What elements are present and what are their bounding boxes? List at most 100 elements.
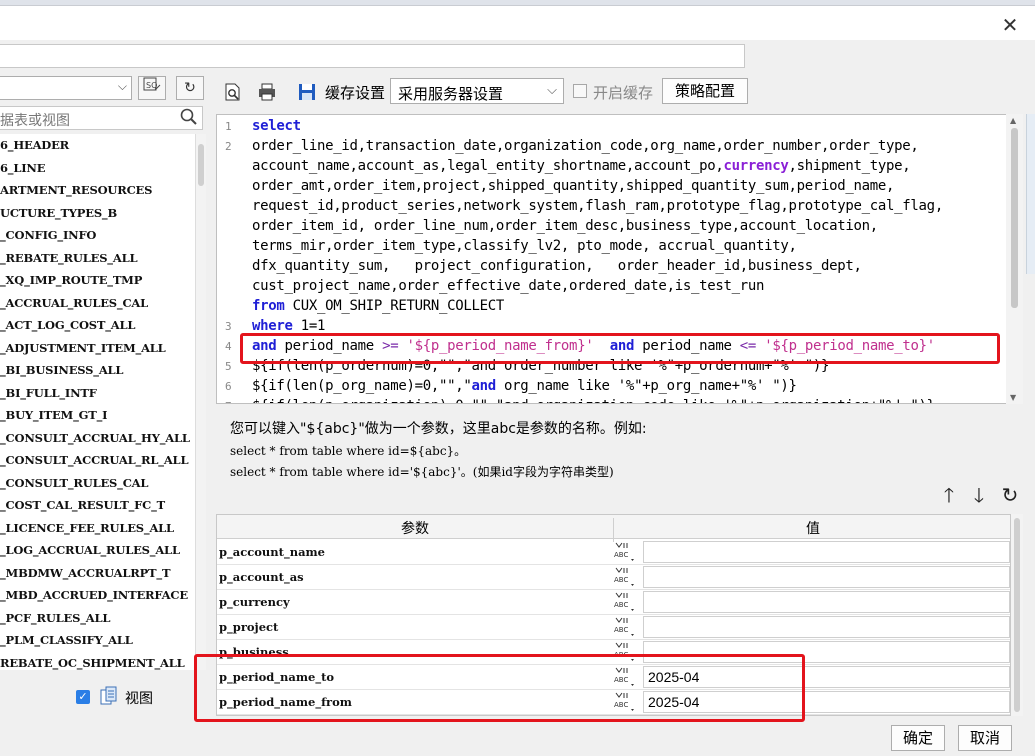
param-type-icon[interactable]: ABC [613,566,639,588]
chevron-down-icon: ⌵ [117,79,127,93]
code-line: order_amt,order_item,project,shipped_qua… [252,178,895,194]
database-select[interactable]: ⌵ [0,76,132,100]
table-list-item[interactable]: _LOG_ACCRUAL_RULES_ALL [0,539,195,562]
table-list-item[interactable]: _CONFIG_INFO [0,224,195,247]
chevron-down-icon: ⌵ [547,83,557,98]
param-type-icon[interactable]: ABC [613,541,639,563]
param-value-input[interactable] [643,641,1010,663]
param-value-input[interactable]: 2025-04 [643,666,1010,688]
help-line-3: select * from table where id='${abc}'。(如… [230,465,614,479]
table-list-item[interactable]: UCTURE_TYPES_B [0,202,195,225]
table-list-item[interactable]: _MBDMW_ACCRUALRPT_T [0,562,195,585]
preview-icon[interactable] [223,82,243,102]
param-type-icon[interactable]: ABC [613,666,639,688]
line-number: 5 [225,360,232,373]
left-pane: ⌵ SQ ↻ 据表或视图 6_HEADER 6_LINE ARTMENT_RESOU… [0,74,210,720]
view-checkbox[interactable]: ✓ [76,690,90,704]
cancel-button[interactable]: 取消 [958,725,1012,751]
table-list-item[interactable]: _MBD_ACCRUED_INTERFACE [0,584,195,607]
editor-scrollbar[interactable]: ▲ ▼ [1006,114,1023,404]
background-window-edge [1026,114,1035,274]
save-cache-icon[interactable] [297,82,317,102]
code-line: where 1=1 [252,318,326,334]
param-name: p_currency [219,595,290,609]
dataset-name-input[interactable] [0,44,745,68]
line-number: 2 [225,140,232,153]
cache-mode-value: 采用服务器设置 [398,85,504,103]
code-line: select [252,118,301,134]
svg-text:ABC: ABC [614,651,628,659]
table-list-item[interactable]: ARTMENT_RESOURCES [0,179,195,202]
enable-cache-checkbox[interactable] [573,84,587,98]
ok-button[interactable]: 确定 [891,725,945,751]
table-list-scrollbar[interactable] [196,134,206,670]
move-up-icon[interactable]: 🡑 [938,484,960,506]
move-down-icon[interactable]: 🡓 [968,484,990,506]
table-list-item[interactable]: _PCF_RULES_ALL [0,607,195,630]
line-number: 7 [225,400,232,403]
parameter-help: 您可以键入"${abc}"做为一个参数，这里abc是参数的名称。例如: sele… [230,418,1020,480]
table-list-item[interactable]: _BI_BUSINESS_ALL [0,359,195,382]
svg-text:ABC: ABC [614,601,628,609]
table-list-item[interactable]: _PLM_CLASSIFY_ALL [0,629,195,652]
dialog-titlebar: ✕ [0,6,1035,40]
param-row: p_business ABC [217,640,1010,665]
print-icon[interactable] [257,82,277,102]
column-header-value: 值 [613,518,1010,542]
param-name: p_period_name_to [219,670,335,684]
close-icon[interactable]: ✕ [999,14,1021,36]
param-type-icon[interactable]: ABC [613,691,639,713]
param-value-input[interactable] [643,591,1010,613]
param-value-input[interactable] [643,541,1010,563]
svg-text:ABC: ABC [614,626,628,634]
code-line: order_line_id,transaction_date,organizat… [252,138,919,154]
table-list-item[interactable]: _CONSULT_ACCRUAL_RL_ALL [0,449,195,472]
code-line: terms_mir,order_item_type,classify_lv2, … [252,238,797,254]
svg-text:ABC: ABC [614,701,628,709]
cache-mode-select[interactable]: 采用服务器设置 ⌵ [390,78,564,104]
table-list-item[interactable]: _ADJUSTMENT_ITEM_ALL [0,337,195,360]
table-list-item[interactable]: REBATE_OC_SHIPMENT_ALL [0,652,195,671]
params-scrollbar[interactable] [1011,514,1023,716]
sql-editor[interactable]: 1 2 3 4 5 6 7 select order_line_id,transaction_… [216,114,1023,404]
table-list-item[interactable]: 6_HEADER [0,134,195,157]
query-toolbar: 缓存设置 采用服务器设置 ⌵ 开启缓存 策略配置 [215,74,1035,110]
param-value-input[interactable]: 2025-04 [643,691,1010,713]
refresh-params-icon[interactable]: ↻ [999,484,1021,506]
svg-text:ABC: ABC [614,551,628,559]
table-list-item[interactable]: _BI_FULL_INTF [0,382,195,405]
strategy-config-button[interactable]: 策略配置 [662,78,748,104]
column-header-param: 参数 [401,521,429,537]
table-list-item[interactable]: 6_LINE [0,157,195,180]
code-line: cust_project_name,order_effective_date,o… [252,278,765,294]
param-name: p_account_name [219,545,325,559]
param-type-icon[interactable]: ABC [613,591,639,613]
sql-edit-icon[interactable]: SQ [138,76,166,100]
table-list-item[interactable]: _COST_CAL_RESULT_FC_T [0,494,195,517]
table-list-item[interactable]: _BUY_ITEM_GT_I [0,404,195,427]
table-search-input[interactable]: 据表或视图 [0,106,203,130]
table-list: 6_HEADER 6_LINE ARTMENT_RESOURCES UCTURE_TY… [0,134,196,670]
table-list-item[interactable]: _ACT_LOG_COST_ALL [0,314,195,337]
refresh-icon[interactable]: ↻ [176,76,204,100]
parameters-table: 参数 值 p_account_name ABC p_account_as ABC p_c… [216,514,1011,716]
line-number: 4 [225,340,232,353]
param-row: p_project ABC [217,615,1010,640]
param-type-icon[interactable]: ABC [613,641,639,663]
svg-text:ABC: ABC [614,676,628,684]
table-list-item[interactable]: _REBATE_RULES_ALL [0,247,195,270]
table-list-item[interactable]: _ACCRUAL_RULES_CAL [0,292,195,315]
code-line: ${if(len(p_organization)=0,"","and organ… [252,396,935,403]
param-row: p_period_name_to ABC 2025-04 [217,665,1010,690]
code-line: from CUX_OM_SHIP_RETURN_COLLECT [252,298,504,314]
table-list-item[interactable]: _LICENCE_FEE_RULES_ALL [0,517,195,540]
table-list-item[interactable]: _XQ_IMP_ROUTE_TMP [0,269,195,292]
table-list-item[interactable]: _CONSULT_RULES_CAL [0,472,195,495]
param-value-input[interactable] [643,566,1010,588]
table-list-item[interactable]: _CONSULT_ACCRUAL_HY_ALL [0,427,195,450]
search-placeholder: 据表或视图 [0,113,70,129]
view-label: 视图 [125,691,153,707]
search-icon[interactable] [180,108,198,130]
param-type-icon[interactable]: ABC [613,616,639,638]
param-value-input[interactable] [643,616,1010,638]
